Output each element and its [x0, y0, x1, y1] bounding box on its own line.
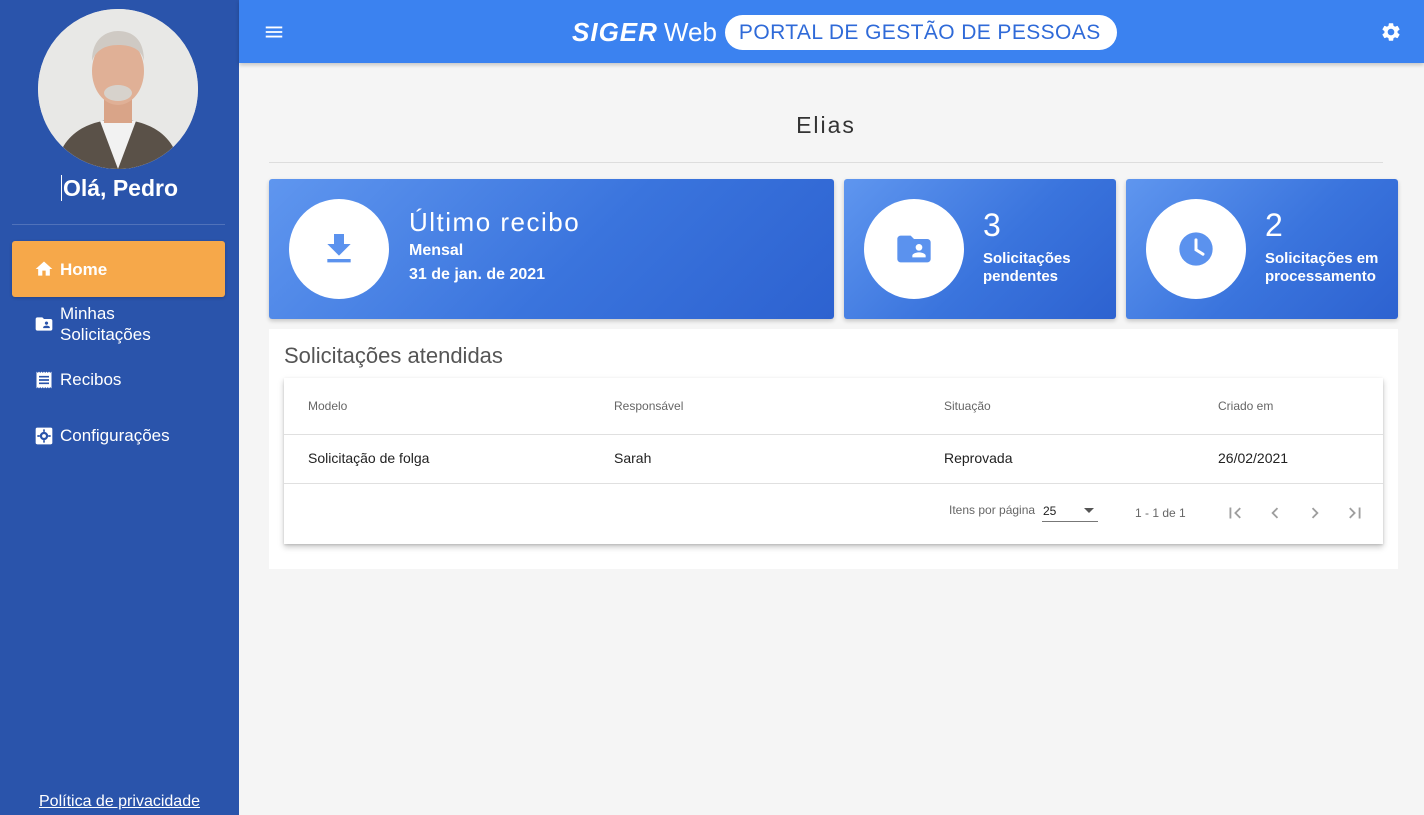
next-page-icon[interactable]: [1304, 502, 1326, 524]
pending-requests-card[interactable]: 3 Solicitações pendentes: [844, 179, 1116, 319]
table-cell-criado-em[interactable]: 26/02/2021: [1218, 450, 1288, 466]
folder-user-icon: [35, 317, 53, 331]
settings-box-icon: [35, 427, 53, 444]
requests-table: Modelo Responsável Situação Criado em So…: [284, 378, 1383, 544]
sidebar: Olá, Pedro Home Minhas Solicitações Recib…: [0, 0, 239, 815]
previous-page-icon[interactable]: [1264, 502, 1286, 524]
sidebar-item-configuracoes[interactable]: Configurações: [12, 425, 225, 446]
home-icon: [35, 261, 53, 276]
items-per-page-label: Itens por página: [949, 503, 1036, 517]
brand-logo: SIGER Web PORTAL DE GESTÃO DE PESSOAS: [572, 15, 1117, 50]
sidebar-item-recibos[interactable]: Recibos: [12, 369, 225, 390]
avatar: [38, 9, 198, 169]
completed-requests-section: Solicitações atendidas Modelo Responsáve…: [269, 329, 1398, 569]
chevron-down-icon: [1084, 508, 1094, 513]
last-page-icon[interactable]: [1344, 502, 1366, 524]
portal-subtitle: PORTAL DE GESTÃO DE PESSOAS: [724, 15, 1117, 50]
sidebar-item-minhas-solicitacoes[interactable]: Minhas Solicitações: [12, 303, 225, 345]
brand-siger: SIGER: [572, 17, 658, 47]
clock-icon: [1179, 232, 1213, 266]
pending-label: Solicitações pendentes: [983, 250, 1071, 285]
sidebar-item-label: Recibos: [60, 370, 122, 389]
section-title: Solicitações atendidas: [284, 343, 503, 368]
receipt-icon: [36, 371, 52, 388]
card-title: Último recibo: [409, 207, 581, 237]
sidebar-item-label: Home: [60, 259, 108, 279]
greeting-text: Olá, Pedro: [62, 175, 179, 201]
processing-count: 2: [1265, 207, 1283, 243]
receipt-date: 31 de jan. de 2021: [409, 266, 546, 283]
pending-count: 3: [983, 207, 1001, 243]
page-size-select[interactable]: 25: [1042, 502, 1098, 522]
menu-icon[interactable]: [263, 21, 285, 43]
receipt-type: Mensal: [409, 242, 464, 259]
column-header-criado-em[interactable]: Criado em: [1218, 399, 1273, 413]
download-icon: [327, 234, 351, 263]
row-divider: [284, 483, 1383, 484]
table-cell-responsavel[interactable]: Sarah: [614, 450, 651, 466]
processing-label: Solicitações em processamento: [1265, 250, 1379, 285]
sidebar-item-label: Minhas Solicitações: [60, 303, 151, 345]
label-line1: Minhas: [60, 304, 115, 323]
card-icon-circle: [289, 199, 389, 299]
page-size-value: 25: [1043, 504, 1057, 518]
title-divider: [269, 162, 1383, 163]
sidebar-item-home[interactable]: Home: [12, 241, 225, 297]
column-header-modelo[interactable]: Modelo: [308, 399, 347, 413]
table-cell-situacao[interactable]: Reprovada: [944, 450, 1013, 466]
user-greeting: Olá, Pedro: [0, 175, 239, 202]
column-header-responsavel[interactable]: Responsável: [614, 399, 683, 413]
label-line2: Solicitações: [60, 325, 151, 344]
column-header-situacao[interactable]: Situação: [944, 399, 991, 413]
processing-requests-card[interactable]: 2 Solicitações em processamento: [1126, 179, 1398, 319]
folder-account-icon: [897, 235, 931, 263]
card-icon-circle: [1146, 199, 1246, 299]
page-range: 1 - 1 de 1: [1135, 506, 1186, 520]
table-cell-modelo[interactable]: Solicitação de folga: [308, 450, 429, 466]
page-title: Elias: [796, 112, 856, 138]
header-divider: [284, 434, 1383, 435]
privacy-policy-link[interactable]: Política de privacidade: [0, 793, 239, 811]
brand-web: Web: [663, 17, 717, 47]
card-icon-circle: [864, 199, 964, 299]
gear-icon[interactable]: [1380, 21, 1402, 43]
sidebar-divider: [12, 224, 225, 225]
top-bar: SIGER Web PORTAL DE GESTÃO DE PESSOAS: [239, 0, 1424, 63]
last-receipt-card[interactable]: Último recibo Mensal 31 de jan. de 2021: [269, 179, 834, 319]
sidebar-item-label: Configurações: [60, 426, 170, 445]
first-page-icon[interactable]: [1224, 502, 1246, 524]
